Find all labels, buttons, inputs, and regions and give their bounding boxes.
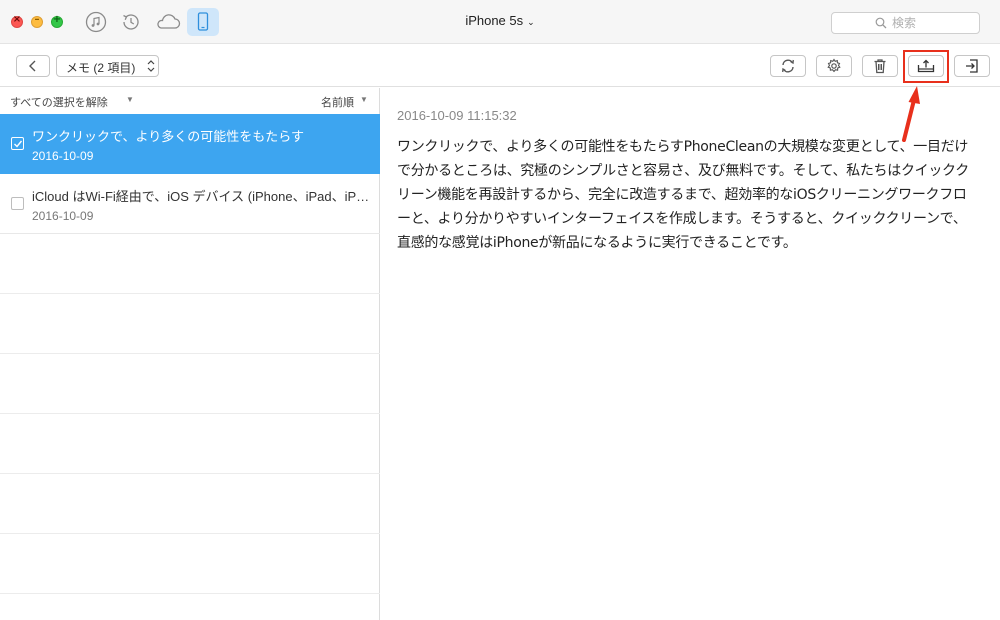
note-body: ワンクリックで、より多くの可能性をもたらすPhoneCleanの大規模な変更とし… [397, 139, 969, 251]
history-icon[interactable] [120, 11, 142, 33]
checkmark-icon [14, 140, 23, 148]
note-title-1: ワンクリックで、より多くの可能性をもたらす [32, 129, 304, 144]
caret-down-icon[interactable]: ▼ [126, 95, 134, 104]
import-icon [966, 59, 978, 73]
note-row-1[interactable]: ワンクリックで、より多くの可能性をもたらす 2016-10-09 [0, 114, 380, 174]
empty-list-row [0, 354, 380, 414]
note-checkbox-1[interactable] [11, 137, 24, 150]
sort-button[interactable]: 名前順 [321, 94, 354, 110]
annotation-arrow-icon [902, 86, 920, 142]
note-timestamp: 2016-10-09 11:15:32 [397, 108, 517, 123]
device-button[interactable] [187, 8, 219, 36]
category-label: メモ (2 項目) [66, 61, 136, 75]
title-bar: × – + iPhone 5s ⌄ [0, 0, 1000, 44]
search-box[interactable] [831, 12, 980, 34]
import-to-device-button[interactable] [954, 55, 990, 77]
back-button[interactable] [16, 55, 50, 77]
maximize-window-button[interactable]: + [51, 14, 63, 28]
cloud-icon[interactable] [154, 11, 182, 33]
toolbar: メモ (2 項目) [0, 45, 1000, 87]
search-icon [875, 17, 887, 29]
device-title-label: iPhone 5s [465, 13, 524, 28]
minimize-window-button[interactable]: – [31, 14, 43, 28]
refresh-icon [782, 59, 794, 73]
search-input[interactable] [892, 15, 972, 31]
note-date-1: 2016-10-09 [32, 149, 94, 163]
note-checkbox-2[interactable] [11, 197, 24, 210]
empty-list-row [0, 474, 380, 534]
deselect-all-button[interactable]: すべての選択を解除 [10, 94, 108, 110]
empty-list-row [0, 414, 380, 474]
refresh-button[interactable] [770, 55, 806, 77]
trash-icon [874, 59, 886, 74]
gear-icon [827, 58, 841, 73]
close-window-button[interactable]: × [11, 14, 23, 28]
export-button-highlight [903, 50, 949, 83]
device-selector[interactable]: iPhone 5s ⌄ [440, 13, 560, 28]
notes-list-panel: すべての選択を解除 ▼ 名前順 ▼ ワンクリックで、より多くの可能性をもたらす … [0, 88, 380, 620]
sort-caret-icon[interactable]: ▼ [360, 95, 368, 104]
phone-icon [197, 12, 209, 31]
empty-list-row [0, 294, 380, 354]
empty-list-row [0, 234, 380, 294]
chevron-left-icon [29, 60, 36, 72]
settings-button[interactable] [816, 55, 852, 77]
updown-chevron-icon [147, 60, 155, 72]
note-date-2: 2016-10-09 [32, 209, 94, 223]
music-icon[interactable] [85, 11, 107, 33]
category-select[interactable]: メモ (2 項目) [56, 55, 159, 77]
chevron-down-icon: ⌄ [527, 17, 535, 27]
list-header: すべての選択を解除 ▼ 名前順 ▼ [0, 88, 380, 114]
empty-list-row [0, 534, 380, 594]
note-row-2[interactable]: iCloud はWi-Fi経由で、iOS デバイス (iPhone、iPad、i… [0, 174, 380, 234]
delete-button[interactable] [862, 55, 898, 77]
note-title-2: iCloud はWi-Fi経由で、iOS デバイス (iPhone、iPad、i… [32, 189, 376, 204]
